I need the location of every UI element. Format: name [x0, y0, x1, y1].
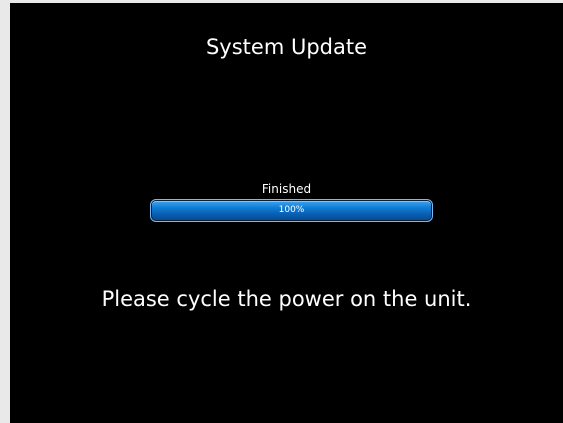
- progress-bar: 100%: [150, 199, 433, 222]
- update-screen: System Update Finished 100% Please cycle…: [10, 3, 563, 423]
- progress-status-label: Finished: [261, 182, 312, 196]
- progress-percent-label: 100%: [278, 205, 305, 215]
- screen-title: System Update: [205, 35, 368, 59]
- power-cycle-message: Please cycle the power on the unit.: [101, 287, 472, 311]
